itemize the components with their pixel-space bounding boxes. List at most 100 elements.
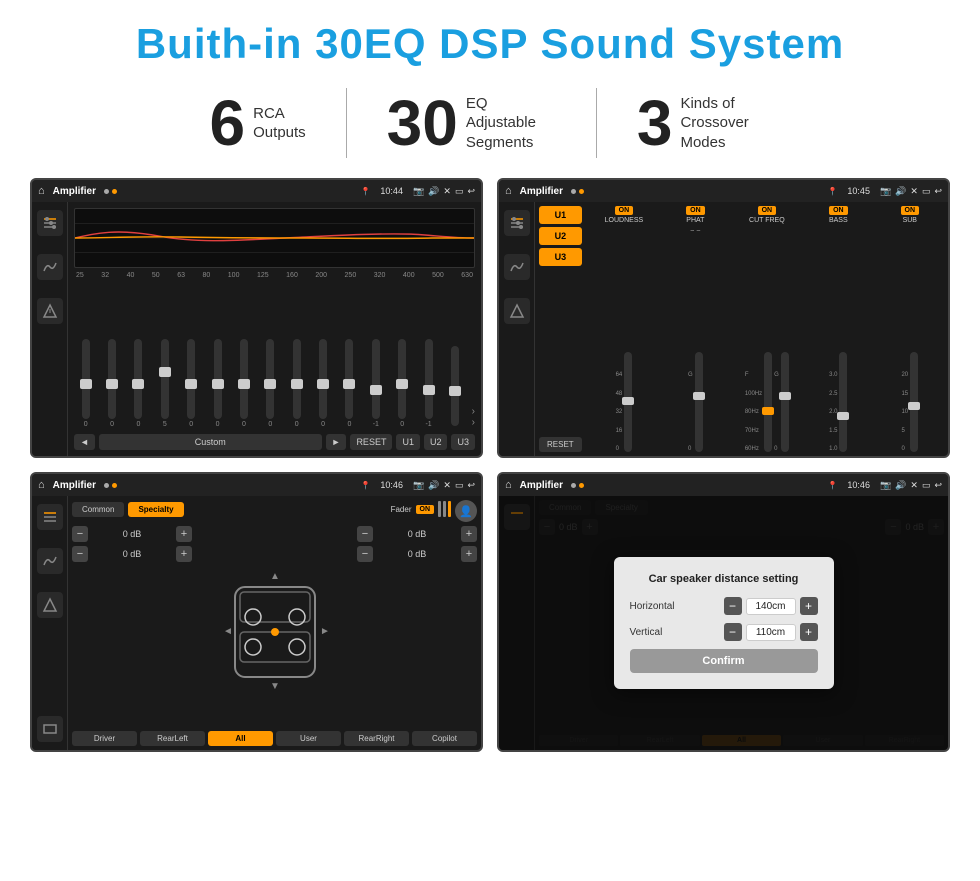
eq-prev-btn[interactable]: ◄ — [74, 434, 95, 450]
tab-common[interactable]: Common — [72, 502, 124, 517]
eq-slider-track-5[interactable] — [214, 339, 222, 419]
driver-btn[interactable]: Driver — [72, 731, 137, 746]
phat-handle[interactable] — [693, 392, 705, 400]
rearright-btn[interactable]: RearRight — [344, 731, 409, 746]
horizontal-minus-btn[interactable]: − — [724, 597, 742, 615]
eq-sidebar-btn-1[interactable] — [37, 210, 63, 236]
bass-slider[interactable] — [839, 352, 847, 452]
eq-handle-10[interactable] — [343, 379, 355, 389]
u1-btn[interactable]: U1 — [539, 206, 582, 224]
eq-play-btn[interactable]: ► — [326, 434, 347, 450]
eq-slider-track-12[interactable] — [398, 339, 406, 419]
eq-handle-5[interactable] — [212, 379, 224, 389]
amp-sidebar — [499, 202, 535, 456]
vertical-minus-btn[interactable]: − — [724, 623, 742, 641]
db-plus-4[interactable]: + — [461, 546, 477, 562]
eq-reset-btn[interactable]: RESET — [350, 434, 392, 450]
eq-handle-7[interactable] — [264, 379, 276, 389]
spk-sidebar-btn-1[interactable] — [37, 504, 63, 530]
eq-handle-0[interactable] — [80, 379, 92, 389]
bass-handle[interactable] — [837, 412, 849, 420]
home-icon-4[interactable]: ⌂ — [505, 479, 512, 491]
confirm-button[interactable]: Confirm — [630, 649, 818, 673]
loudness-labels: 64 48 32 16 0 — [616, 372, 623, 452]
eq-slider-track-11[interactable] — [372, 339, 380, 419]
eq-slider-track-1[interactable] — [108, 339, 116, 419]
eq-handle-12[interactable] — [396, 379, 408, 389]
db-minus-4[interactable]: − — [357, 546, 373, 562]
cutfreq-slider-f[interactable] — [764, 352, 772, 452]
db-minus-2[interactable]: − — [72, 546, 88, 562]
sub-handle[interactable] — [908, 402, 920, 410]
eq-slider-track-3[interactable] — [161, 339, 169, 419]
eq-custom-btn[interactable]: Custom — [99, 434, 322, 450]
db-plus-1[interactable]: + — [176, 526, 192, 542]
home-icon-2[interactable]: ⌂ — [505, 185, 512, 197]
eq-handle-13[interactable] — [423, 385, 435, 395]
tab-specialty[interactable]: Specialty — [128, 502, 183, 517]
eq-handle-1[interactable] — [106, 379, 118, 389]
cutfreq-on-badge: ON — [758, 206, 777, 215]
amp-sidebar-btn-3[interactable] — [504, 298, 530, 324]
vertical-plus-btn[interactable]: + — [800, 623, 818, 641]
avatar-icon[interactable]: 👤 — [455, 500, 477, 522]
eq-slider-track-10[interactable] — [345, 339, 353, 419]
eq-sidebar-btn-3[interactable] — [37, 298, 63, 324]
dialog-row-vertical: Vertical − 110cm + — [630, 623, 818, 641]
u2-btn[interactable]: U2 — [539, 227, 582, 245]
eq-handle-11[interactable] — [370, 385, 382, 395]
db-plus-2[interactable]: + — [176, 546, 192, 562]
fader-label: Fader — [391, 505, 412, 514]
sub-slider[interactable] — [910, 352, 918, 452]
eq-slider-track-6[interactable] — [240, 339, 248, 419]
cutfreq-handle-g[interactable] — [779, 392, 791, 400]
u3-btn[interactable]: U3 — [539, 248, 582, 266]
amp-sidebar-btn-2[interactable] — [504, 254, 530, 280]
eq-slider-track-14[interactable] — [451, 346, 459, 426]
user-btn[interactable]: User — [276, 731, 341, 746]
eq-slider-track-13[interactable] — [425, 339, 433, 419]
db-minus-3[interactable]: − — [357, 526, 373, 542]
eq-chevrons[interactable]: › › — [472, 406, 475, 428]
db-plus-3[interactable]: + — [461, 526, 477, 542]
eq-slider-track-8[interactable] — [293, 339, 301, 419]
loudness-slider[interactable] — [624, 352, 632, 452]
eq-handle-6[interactable] — [238, 379, 250, 389]
eq-u3-btn[interactable]: U3 — [451, 434, 475, 450]
eq-handle-2[interactable] — [132, 379, 144, 389]
eq-slider-track-7[interactable] — [266, 339, 274, 419]
eq-sidebar-btn-2[interactable] — [37, 254, 63, 280]
status-bar-4: ⌂ Amplifier 📍 10:46 📷 🔊 ✕ ▭ ↩ — [499, 474, 948, 496]
screen-dialog: ⌂ Amplifier 📍 10:46 📷 🔊 ✕ ▭ ↩ — [497, 472, 950, 752]
eq-slider-track-4[interactable] — [187, 339, 195, 419]
spk-sidebar-btn-4[interactable] — [37, 716, 63, 742]
copilot-btn[interactable]: Copilot — [412, 731, 477, 746]
db-minus-1[interactable]: − — [72, 526, 88, 542]
phat-slider[interactable] — [695, 352, 703, 452]
eq-u1-btn[interactable]: U1 — [396, 434, 420, 450]
home-icon-3[interactable]: ⌂ — [38, 479, 45, 491]
eq-handle-14[interactable] — [449, 386, 461, 396]
cutfreq-handle-f[interactable] — [762, 407, 774, 415]
amp-reset-btn[interactable]: RESET — [539, 437, 582, 452]
eq-handle-9[interactable] — [317, 379, 329, 389]
loudness-handle[interactable] — [622, 397, 634, 405]
home-icon-1[interactable]: ⌂ — [38, 185, 45, 197]
eq-u2-btn[interactable]: U2 — [424, 434, 448, 450]
amp-sidebar-btn-1[interactable] — [504, 210, 530, 236]
eq-slider-8: 0 — [285, 339, 308, 428]
eq-handle-3[interactable] — [159, 367, 171, 377]
all-btn[interactable]: All — [208, 731, 273, 746]
eq-slider-track-0[interactable] — [82, 339, 90, 419]
eq-slider-track-2[interactable] — [134, 339, 142, 419]
eq-handle-8[interactable] — [291, 379, 303, 389]
eq-slider-track-9[interactable] — [319, 339, 327, 419]
cutfreq-slider-g[interactable] — [781, 352, 789, 452]
spk-sidebar-btn-2[interactable] — [37, 548, 63, 574]
phat-curve-labels: ~~ — [690, 228, 700, 235]
stat-label-rca: RCAOutputs — [253, 104, 306, 143]
rearleft-btn[interactable]: RearLeft — [140, 731, 205, 746]
eq-handle-4[interactable] — [185, 379, 197, 389]
spk-sidebar-btn-3[interactable] — [37, 592, 63, 618]
horizontal-plus-btn[interactable]: + — [800, 597, 818, 615]
